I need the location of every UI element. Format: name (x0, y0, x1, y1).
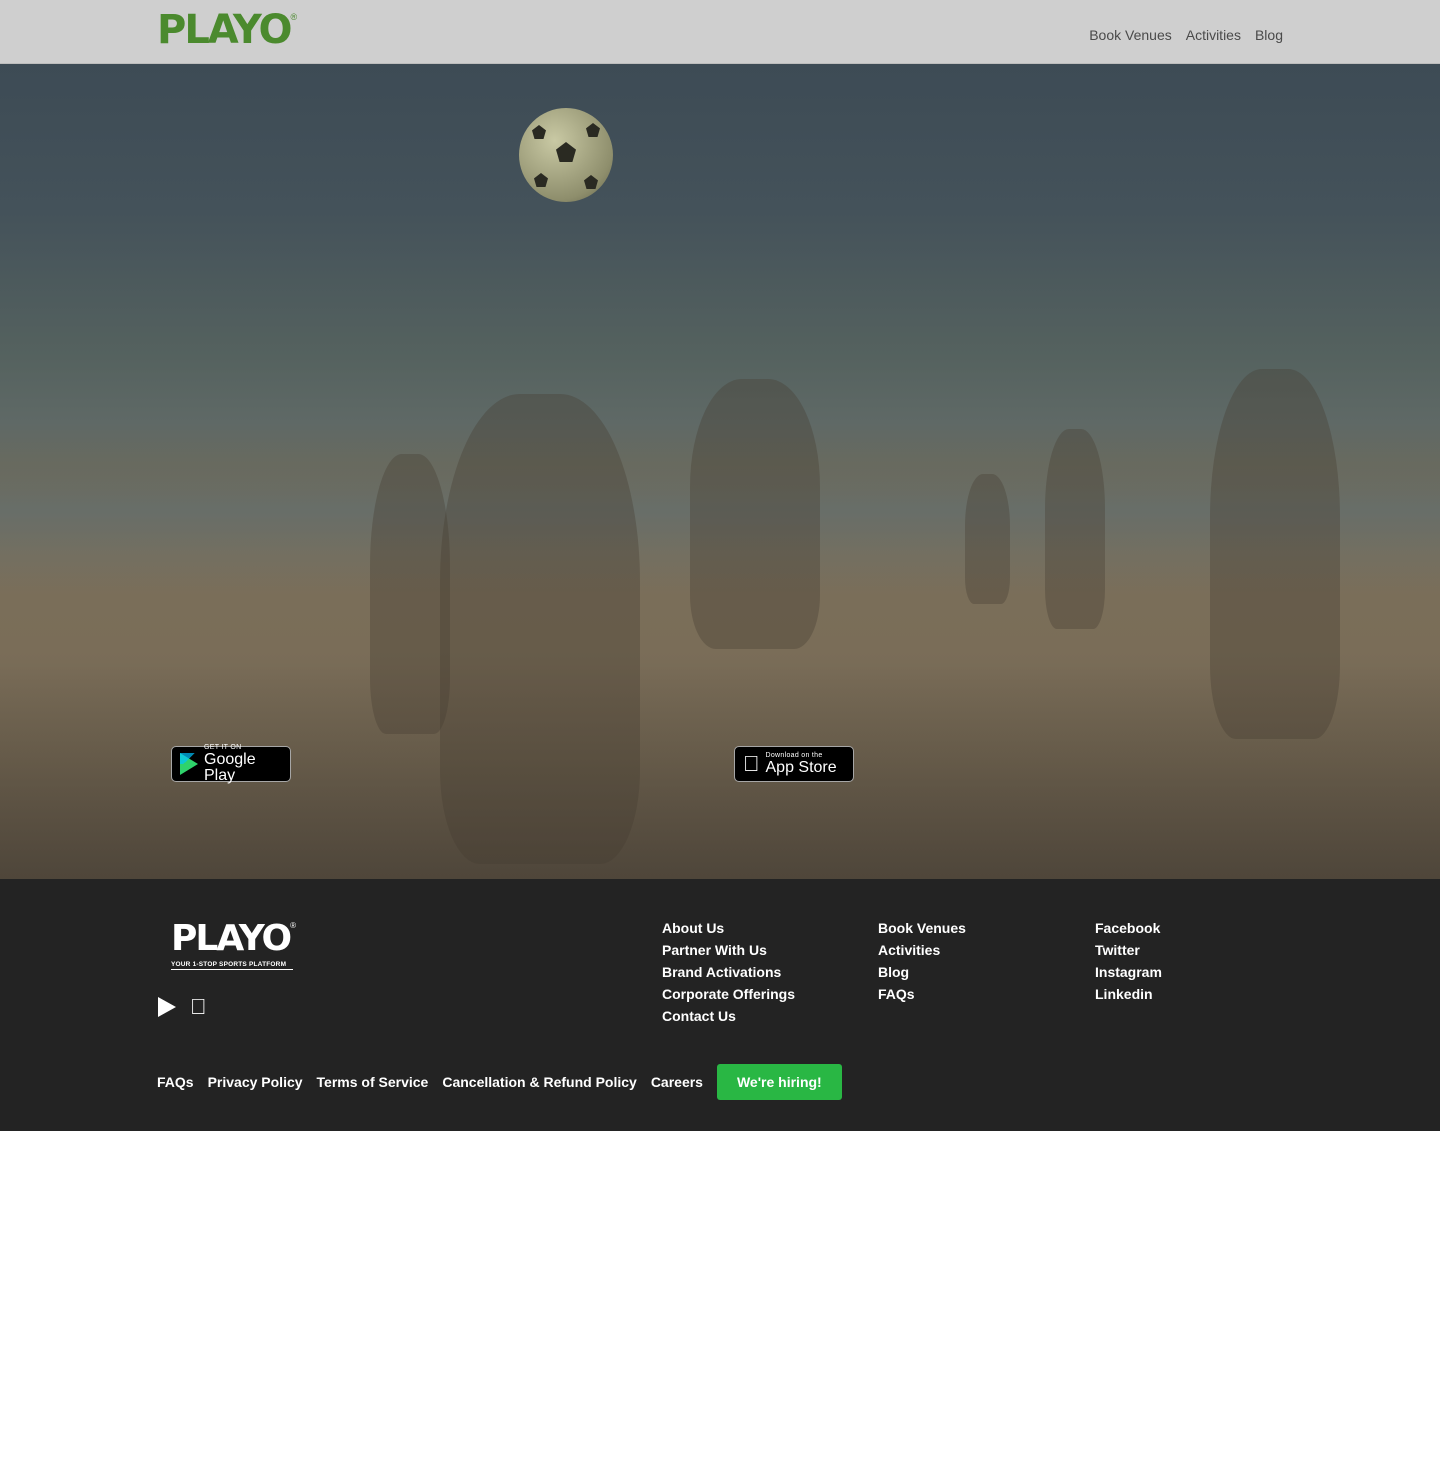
footer-bottom-privacy[interactable]: Privacy Policy (208, 1074, 303, 1090)
footer-tagline: YOUR 1-STOP SPORTS PLATFORM (171, 961, 293, 970)
player-girl-left (370, 454, 450, 734)
apple-icon[interactable]:  (190, 996, 207, 1018)
footer-link-facebook[interactable]: Facebook (1095, 920, 1162, 936)
footer-bottom-faqs[interactable]: FAQs (157, 1074, 194, 1090)
soccer-ball-image (519, 108, 613, 202)
footer-link-book-venues[interactable]: Book Venues (878, 920, 966, 936)
player-kicking (440, 394, 640, 864)
footer-bottom-terms[interactable]: Terms of Service (317, 1074, 429, 1090)
hero-banner: GET IT ON Google Play  Download on the … (0, 64, 1440, 879)
playo-logo[interactable]: PLAYO ® (157, 10, 297, 50)
footer-link-twitter[interactable]: Twitter (1095, 942, 1162, 958)
logo-text: PLAYO (157, 7, 292, 53)
app-store-badge[interactable]:  Download on the App Store (734, 746, 854, 782)
footer-bottom-refund[interactable]: Cancellation & Refund Policy (442, 1074, 636, 1090)
footer-col-explore: Book Venues Activities Blog FAQs (878, 920, 966, 1002)
footer-link-about-us[interactable]: About Us (662, 920, 795, 936)
player-far-2 (1045, 429, 1105, 629)
google-play-icon (180, 753, 198, 775)
footer-registered-mark: ® (290, 921, 297, 930)
footer: PLAYO ® YOUR 1-STOP SPORTS PLATFORM  Ab… (0, 879, 1440, 1131)
nav-book-venues[interactable]: Book Venues (1089, 26, 1172, 44)
footer-logo-text: PLAYO (171, 918, 292, 959)
footer-link-partner[interactable]: Partner With Us (662, 942, 795, 958)
footer-link-blog[interactable]: Blog (878, 964, 966, 980)
apple-icon:  (743, 753, 760, 775)
footer-link-corporate[interactable]: Corporate Offerings (662, 986, 795, 1002)
footer-bottom-links: FAQs Privacy Policy Terms of Service Can… (157, 1064, 842, 1100)
footer-col-social: Facebook Twitter Instagram Linkedin (1095, 920, 1162, 1002)
footer-link-contact[interactable]: Contact Us (662, 1008, 795, 1024)
footer-link-faqs[interactable]: FAQs (878, 986, 966, 1002)
registered-mark: ® (290, 12, 298, 22)
top-navbar: PLAYO ® Book Venues Activities Blog (0, 0, 1440, 64)
hiring-button[interactable]: We're hiring! (716, 1064, 842, 1100)
footer-link-brand-activations[interactable]: Brand Activations (662, 964, 795, 980)
footer-logo[interactable]: PLAYO ® YOUR 1-STOP SPORTS PLATFORM (171, 921, 296, 970)
footer-link-instagram[interactable]: Instagram (1095, 964, 1162, 980)
app-store-small: Download on the (749, 752, 823, 759)
google-play-big: Google Play (204, 751, 256, 784)
player-far-1 (965, 474, 1010, 604)
footer-bottom-careers[interactable]: Careers (651, 1074, 703, 1090)
footer-app-icons:  (158, 996, 207, 1018)
footer-link-activities[interactable]: Activities (878, 942, 966, 958)
google-play-badge[interactable]: GET IT ON Google Play (171, 744, 291, 784)
google-play-icon[interactable] (158, 997, 176, 1017)
nav-activities[interactable]: Activities (1186, 26, 1241, 44)
app-store-big: App Store (749, 759, 837, 776)
footer-link-linkedin[interactable]: Linkedin (1095, 986, 1162, 1002)
nav-blog[interactable]: Blog (1255, 26, 1283, 44)
player-girl-right (1210, 369, 1340, 739)
main-nav: Book Venues Activities Blog (1089, 26, 1283, 44)
footer-col-company: About Us Partner With Us Brand Activatio… (662, 920, 795, 1024)
google-play-small: GET IT ON (204, 744, 242, 751)
player-standing (690, 379, 820, 649)
